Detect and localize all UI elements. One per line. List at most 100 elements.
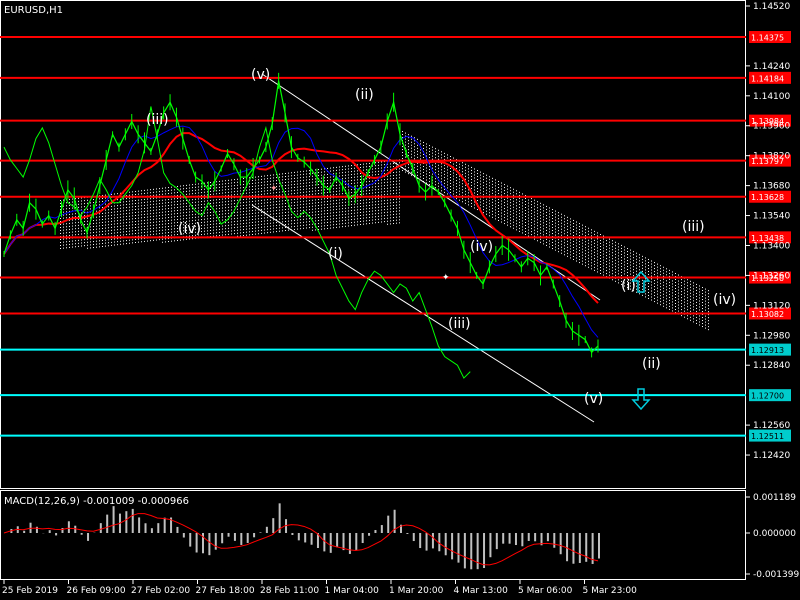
- cloud-dot: [501, 206, 502, 208]
- cloud-dot: [657, 281, 658, 283]
- cloud-dot: [648, 291, 649, 293]
- cloud-dot: [651, 287, 652, 289]
- cloud-dot: [540, 202, 541, 204]
- macd-axis: 0.0011890.000000-0.001399: [746, 493, 799, 580]
- cloud-dot: [195, 216, 196, 218]
- cloud-dot: [312, 208, 313, 210]
- cloud-dot: [618, 255, 619, 257]
- cloud-dot: [387, 166, 388, 168]
- cloud-dot: [303, 206, 304, 208]
- cloud-dot: [372, 171, 373, 173]
- cloud-dot: [420, 164, 421, 166]
- cloud-dot: [420, 173, 421, 175]
- cloud-dot: [114, 214, 115, 216]
- cloud-dot: [84, 224, 85, 226]
- cloud-dot: [336, 166, 337, 168]
- cloud-dot: [615, 244, 616, 246]
- cloud-dot: [333, 185, 334, 187]
- cloud-dot: [573, 243, 574, 245]
- cloud-dot: [414, 146, 415, 148]
- cloud-dot: [309, 200, 310, 202]
- cloud-dot: [339, 184, 340, 186]
- cloud-dot: [156, 203, 157, 205]
- cloud-dot: [255, 227, 256, 229]
- cloud-dot: [237, 184, 238, 186]
- cloud-dot: [63, 226, 64, 228]
- cloud-dot: [444, 188, 445, 190]
- cloud-dot: [258, 218, 259, 220]
- cloud-dot: [372, 168, 373, 170]
- cloud-dot: [396, 210, 397, 212]
- cloud-dot: [351, 183, 352, 185]
- cloud-dot: [345, 165, 346, 167]
- cloud-dot: [270, 198, 271, 200]
- cloud-dot: [489, 191, 490, 193]
- cloud-dot: [69, 213, 70, 215]
- cloud-dot: [597, 241, 598, 243]
- cloud-dot: [156, 224, 157, 226]
- trading-chart[interactable]: EURUSD,H1 1.143751.141841.139841.137971.…: [0, 0, 800, 600]
- cloud-dot: [135, 224, 136, 225]
- cloud-dot: [642, 282, 643, 284]
- cloud-dot: [357, 218, 358, 220]
- cloud-dot: [309, 173, 310, 175]
- cloud-dot: [192, 214, 193, 216]
- cloud-dot: [648, 285, 649, 287]
- cloud-dot: [171, 216, 172, 218]
- cloud-dot: [156, 206, 157, 208]
- macd-bar: [246, 533, 249, 543]
- cloud-dot: [372, 201, 373, 203]
- cloud-dot: [648, 297, 649, 299]
- cloud-dot: [135, 200, 136, 201]
- cloud-dot: [213, 232, 214, 234]
- cloud-dot: [396, 183, 397, 185]
- cloud-dot: [252, 200, 253, 202]
- cloud-dot: [96, 204, 97, 206]
- cloud-dot: [612, 273, 613, 275]
- cloud-dot: [240, 211, 241, 213]
- cloud-dot: [450, 171, 451, 172]
- cloud-dot: [135, 212, 136, 213]
- cloud-dot: [516, 205, 517, 207]
- cloud-dot: [297, 201, 298, 203]
- cloud-dot: [339, 175, 340, 177]
- cloud-dot: [360, 176, 361, 177]
- cloud-dot: [117, 205, 118, 207]
- cloud-dot: [195, 192, 196, 194]
- cloud-dot: [471, 178, 472, 180]
- cloud-dot: [570, 227, 571, 229]
- cloud-dot: [513, 209, 514, 211]
- cloud-dot: [609, 250, 610, 252]
- cloud-dot: [327, 191, 328, 193]
- cloud-dot: [123, 198, 124, 200]
- cloud-dot: [366, 211, 367, 213]
- cloud-dot: [84, 245, 85, 247]
- cloud-dot: [258, 221, 259, 223]
- cloud-dot: [450, 177, 451, 178]
- cloud-dot: [558, 227, 559, 229]
- cloud-dot: [639, 281, 640, 283]
- cloud-dot: [681, 282, 682, 284]
- cloud-dot: [354, 215, 355, 217]
- cloud-dot: [630, 258, 631, 260]
- cloud-dot: [546, 226, 547, 228]
- cloud-dot: [570, 233, 571, 235]
- macd-bar: [444, 533, 447, 556]
- cloud-dot: [354, 206, 355, 208]
- cloud-dot: [282, 230, 283, 232]
- cloud-dot: [144, 234, 145, 236]
- cloud-dot: [555, 240, 556, 242]
- cloud-dot: [123, 213, 124, 215]
- cloud-dot: [63, 241, 64, 243]
- cloud-dot: [531, 228, 532, 230]
- cloud-dot: [324, 180, 325, 182]
- cloud-dot: [633, 257, 634, 259]
- cloud-dot: [84, 203, 85, 205]
- cloud-dot: [588, 260, 589, 262]
- cloud-dot: [387, 199, 388, 201]
- cloud-dot: [267, 229, 268, 231]
- cloud-dot: [261, 211, 262, 213]
- cloud-dot: [594, 230, 595, 232]
- cloud-dot: [162, 223, 163, 225]
- cloud-dot: [324, 210, 325, 212]
